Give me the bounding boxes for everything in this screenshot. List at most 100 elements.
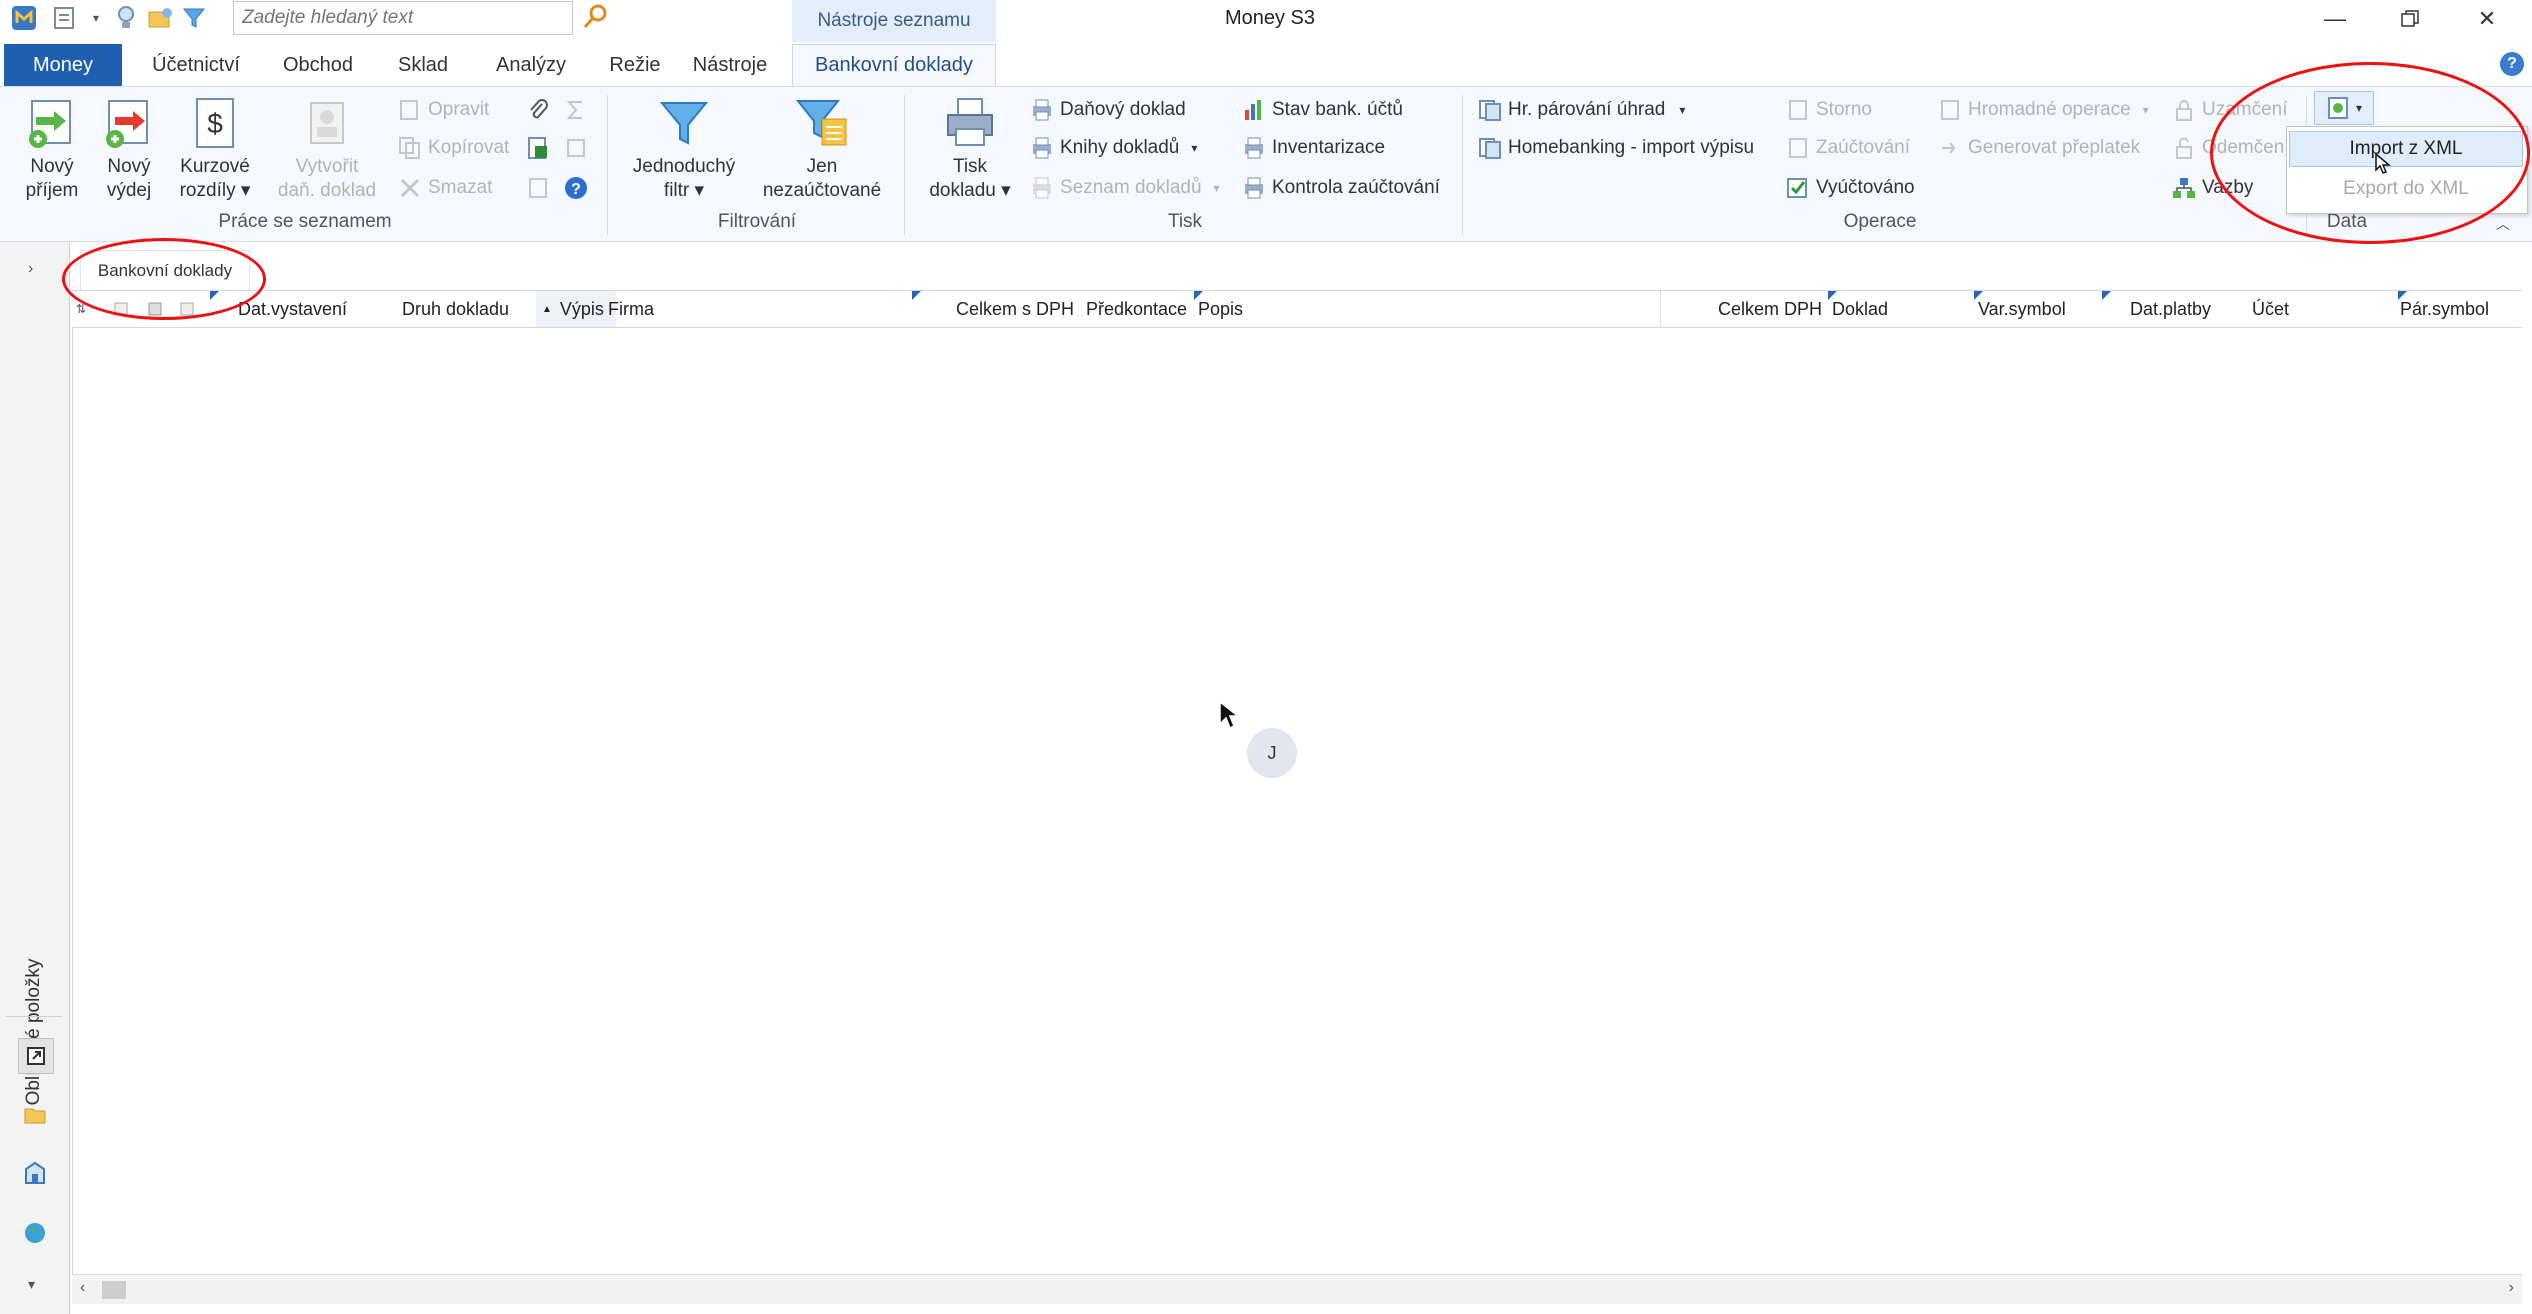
tab-money[interactable]: Money (4, 44, 122, 86)
tab-analyzy[interactable]: Analýzy (476, 44, 586, 86)
tab-bankovni-doklady[interactable]: Bankovní doklady (792, 44, 996, 86)
horizontal-scrollbar[interactable]: ‹ › (72, 1274, 2522, 1304)
zauctovani-button[interactable]: Zaúčtování (1786, 133, 1910, 163)
new-income-icon (29, 100, 71, 148)
generovat-preplatek-button[interactable]: Generovat přeplatek (1938, 133, 2140, 163)
lightbulb-icon[interactable] (112, 4, 140, 32)
tab-sklad[interactable]: Sklad (380, 44, 466, 86)
excel-export-button[interactable] (526, 133, 556, 163)
jen-nezauctovane-button[interactable]: Jen nezaúčtované (756, 95, 888, 203)
scrollbar-thumb[interactable] (102, 1281, 126, 1299)
grid-state-icon[interactable] (148, 291, 168, 327)
close-button[interactable]: ✕ (2452, 0, 2522, 38)
help-button[interactable]: ? (564, 173, 594, 203)
svg-text:$: $ (207, 108, 223, 139)
jen-label-2: nezaúčtované (762, 180, 882, 201)
document-icon[interactable] (50, 4, 78, 32)
odemceni-button[interactable]: Odemčení (2172, 133, 2290, 163)
vyuctovano-button[interactable]: Vyúčtováno (1786, 173, 1915, 203)
col-vypis-sorted[interactable]: ▲ Výpis (536, 291, 616, 327)
danovy-doklad-button[interactable]: Daňový doklad (1030, 95, 1186, 125)
building-icon[interactable] (18, 1156, 52, 1190)
tab-nastroje[interactable]: Nástroje (680, 44, 780, 86)
storno-button[interactable]: Storno (1786, 95, 1872, 125)
novy-prijem-button[interactable]: Nový příjem (14, 95, 90, 203)
group-label-operace: Operace (1843, 211, 1917, 232)
help-icon[interactable]: ? (2500, 52, 2524, 76)
knihy-dokladu-button[interactable]: Knihy dokladů ▾ (1030, 133, 1197, 163)
attachment-button[interactable] (526, 95, 556, 125)
seznam-dokladu-button[interactable]: Seznam dokladů ▾ (1030, 173, 1220, 203)
window-title: Money S3 (1224, 6, 1316, 29)
col-celkem-s-dph[interactable]: Celkem s DPH (924, 291, 1074, 327)
sort-options-icon[interactable]: ⇅ (76, 291, 106, 327)
scroll-right-icon[interactable]: › (2509, 1279, 2514, 1297)
print-books-icon (1033, 137, 1051, 159)
sidebar-more-icon[interactable]: ▾ (28, 1276, 35, 1293)
hr-parovani-label: Hr. párování úhrad (1508, 99, 1666, 120)
document-tab-bankovni-doklady[interactable]: Bankovní doklady (80, 250, 250, 290)
col-predkontace[interactable]: Předkontace (1086, 291, 1206, 327)
expand-sidebar-icon[interactable]: › (28, 260, 33, 278)
export-list-button[interactable] (526, 173, 556, 203)
grid-tool-button[interactable] (564, 133, 594, 163)
seznam-dropdown-icon: ▾ (1213, 181, 1220, 195)
col-dat-platby[interactable]: Dat.platby (2130, 291, 2250, 327)
tab-obchod[interactable]: Obchod (268, 44, 368, 86)
filter-icon[interactable] (180, 4, 208, 32)
kontrola-zauctovani-button[interactable]: Kontrola zaúčtování (1242, 173, 1440, 203)
jednoduchy-label-2: filtr ▾ (663, 180, 705, 201)
jen-label-1: Jen (806, 156, 838, 177)
sum-button[interactable] (564, 95, 594, 125)
minimize-button[interactable]: — (2300, 0, 2370, 38)
homebanking-icon (1479, 138, 1501, 159)
novy-vydej-button[interactable]: Nový výdej (94, 95, 164, 203)
search-box[interactable] (233, 1, 573, 35)
col-firma[interactable]: Firma (608, 291, 908, 327)
group-separator (607, 95, 608, 235)
kurzove-rozdily-button[interactable]: $ Kurzové rozdíly ▾ (170, 95, 260, 203)
tab-ucetnictvi[interactable]: Účetnictví (136, 44, 256, 86)
tisk-label-1: Tisk (952, 156, 988, 177)
homebanking-import-button[interactable]: Homebanking - import výpisu (1478, 133, 1754, 163)
tisk-dokladu-button[interactable]: Tisk dokladu ▾ (918, 95, 1022, 203)
sum-icon (566, 101, 582, 119)
app-logo-icon[interactable] (10, 4, 38, 32)
search-input[interactable] (234, 2, 572, 34)
col-doklad[interactable]: Doklad (1832, 291, 1952, 327)
novy-prijem-label-1: Nový (30, 156, 74, 177)
grid-link-icon[interactable] (180, 291, 200, 327)
unlock-icon (2176, 137, 2192, 159)
quick-access-dropdown-icon[interactable]: ▾ (82, 4, 110, 32)
hr-parovani-uhrad-button[interactable]: Hr. párování úhrad ▾ (1478, 95, 1685, 125)
search-icon[interactable] (580, 2, 610, 32)
data-menu-button[interactable]: ▾ (2314, 91, 2374, 125)
grid-body[interactable] (72, 328, 2522, 1278)
vazby-button[interactable]: Vazby (2172, 173, 2253, 203)
tab-rezie[interactable]: Režie (590, 44, 680, 86)
restore-button[interactable] (2375, 0, 2445, 38)
shortcut-icon[interactable] (18, 1038, 54, 1074)
col-var-symbol[interactable]: Var.symbol (1978, 291, 2098, 327)
uzamceni-button[interactable]: Uzamčení (2172, 95, 2288, 125)
hromadne-operace-button[interactable]: Hromadné operace ▾ (1938, 95, 2149, 125)
vytvorit-dan-doklad-button[interactable]: Vytvořit daň. doklad (268, 95, 386, 203)
export-xml-menu-item[interactable]: Export do XML (2289, 171, 2523, 207)
col-popis[interactable]: Popis (1198, 291, 1498, 327)
import-xml-menu-item[interactable]: Import z XML (2289, 131, 2523, 167)
knihy-dropdown-icon: ▾ (1191, 141, 1198, 155)
col-celkem-dph[interactable]: Celkem DPH (1692, 291, 1822, 327)
kopirovat-button[interactable]: Kopírovat (398, 133, 509, 163)
globe-icon[interactable] (18, 1216, 52, 1250)
stav-bank-uctu-button[interactable]: Stav bank. účtů (1242, 95, 1403, 125)
col-par-symbol[interactable]: Pár.symbol (2400, 291, 2520, 327)
scroll-left-icon[interactable]: ‹ (80, 1279, 85, 1297)
inventarizace-button[interactable]: Inventarizace (1242, 133, 1385, 163)
col-ucet[interactable]: Účet (2252, 291, 2352, 327)
opravit-button[interactable]: Opravit (398, 95, 489, 125)
folder-star-icon[interactable] (146, 4, 174, 32)
folder-icon[interactable] (18, 1098, 52, 1132)
grid-select-icon[interactable] (114, 291, 134, 327)
jednoduchy-filtr-button[interactable]: Jednoduchý filtr ▾ (626, 95, 742, 203)
smazat-button[interactable]: Smazat (398, 173, 492, 203)
